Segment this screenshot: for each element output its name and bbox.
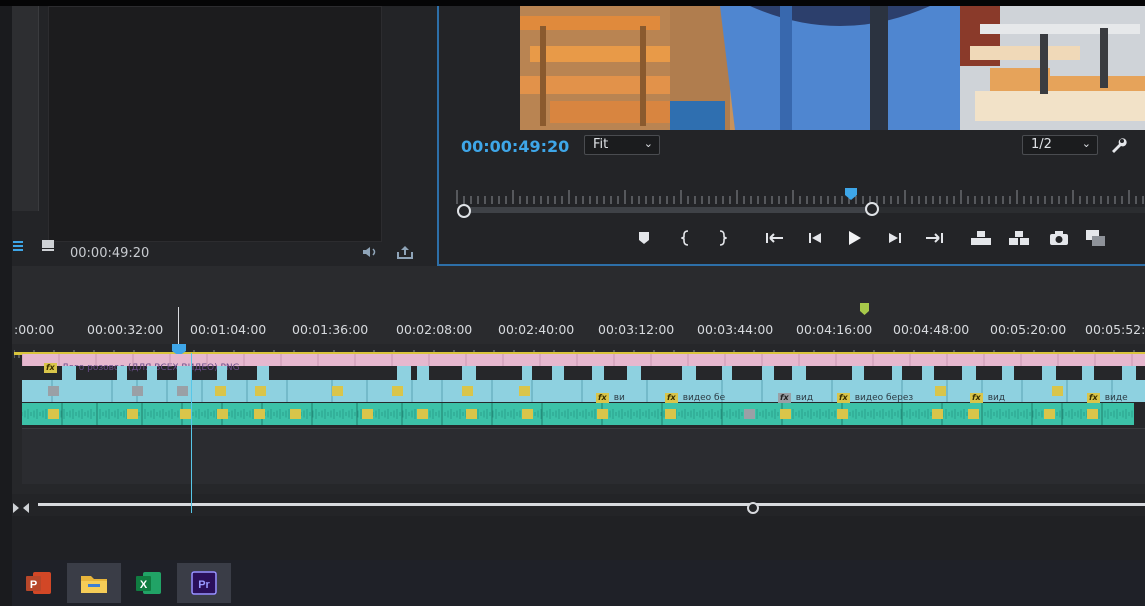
ruler-tc-5: 00:02:40:00 — [498, 322, 575, 337]
ruler-tc-9: 00:04:48:00 — [893, 322, 970, 337]
timeline-playhead[interactable] — [172, 341, 186, 356]
program-playhead-marker[interactable] — [845, 185, 857, 200]
ruler-tc-label: 00:00 — [18, 322, 55, 337]
fx-badge: fx — [1087, 393, 1100, 403]
add-marker-button[interactable] — [633, 227, 655, 249]
camera-export-frame-icon[interactable] — [1048, 227, 1070, 249]
timeline-zoom-handle[interactable] — [747, 502, 759, 514]
clip-label: виде — [1104, 393, 1128, 403]
fx-badge: fx — [837, 393, 850, 403]
clip-v2-4[interactable]: fx видео берез — [837, 385, 913, 404]
timeline-zoom-track[interactable] — [38, 503, 1145, 506]
export-frame-icon[interactable] — [395, 244, 415, 260]
taskbar-premiere-pro[interactable]: Pr — [177, 563, 231, 603]
wrench-settings-icon[interactable] — [1108, 135, 1128, 155]
playhead-line — [191, 353, 192, 513]
ruler-tc-6: 00:03:12:00 — [598, 322, 675, 337]
source-monitor-video[interactable] — [48, 6, 382, 242]
play-button[interactable] — [843, 227, 865, 249]
zoom-level-value: Fit — [593, 137, 609, 152]
fx-badge: fx — [596, 393, 609, 403]
taskbar-powerpoint[interactable]: P — [12, 563, 66, 603]
excel-glyph: X — [140, 579, 148, 591]
go-to-in-button[interactable] — [764, 227, 786, 249]
taskbar-file-explorer[interactable] — [67, 563, 121, 603]
ruler-tc-11: 00:05:52:00 — [1085, 322, 1145, 337]
lift-button[interactable] — [970, 227, 992, 249]
fx-badge: fx — [778, 393, 791, 403]
timeline-marker[interactable] — [860, 300, 869, 315]
playback-resolution-value: 1/2 — [1031, 137, 1052, 152]
program-timecode[interactable]: 00:00:49:20 — [461, 137, 569, 156]
excel-icon: X — [136, 572, 161, 594]
clip-label: видео бе — [682, 393, 726, 403]
clip-v2-3[interactable]: fx вид — [778, 385, 813, 404]
project-panel-edge — [12, 6, 39, 211]
zoom-scroll-start-handle[interactable] — [457, 204, 471, 218]
extract-button[interactable] — [1008, 227, 1030, 249]
source-timecode[interactable]: 00:00:49:20 — [70, 246, 149, 261]
program-time-ruler[interactable] — [455, 186, 1145, 206]
ruler-tc-3: 00:01:36:00 — [292, 322, 369, 337]
clip-v2-1[interactable]: fx ви — [596, 385, 625, 404]
drag-audio-only-icon[interactable] — [360, 244, 380, 260]
folder-icon — [81, 576, 107, 593]
taskbar-excel[interactable]: X — [122, 563, 176, 603]
clip-label: вид — [987, 393, 1006, 403]
powerpoint-glyph: P — [30, 579, 37, 591]
ruler-tc-7: 00:03:44:00 — [697, 322, 774, 337]
ruler-tc-1: 00:00:32:00 — [87, 322, 164, 337]
powerpoint-icon: P — [26, 572, 51, 594]
chevron-down-icon: ⌄ — [643, 137, 653, 150]
clip-v2-5[interactable]: fx вид — [970, 385, 1005, 404]
mark-in-button[interactable] — [675, 227, 697, 249]
timeline-bottom-area — [12, 516, 1145, 560]
step-back-button[interactable] — [804, 227, 826, 249]
comparison-view-icon[interactable] — [1085, 227, 1107, 249]
timeline-ruler-area[interactable] — [12, 266, 1145, 344]
ruler-tc-10: 00:05:20:00 — [990, 322, 1067, 337]
clip-label: ви — [613, 393, 625, 403]
premiere-glyph: Pr — [198, 579, 210, 591]
zoom-scroll-end-handle[interactable] — [865, 202, 879, 216]
list-view-icon[interactable] — [12, 238, 26, 252]
clip-v2-2[interactable]: fx видео бе — [665, 385, 725, 404]
step-forward-button[interactable] — [884, 227, 906, 249]
ruler-tc-8: 00:04:16:00 — [796, 322, 873, 337]
ruler-tc-0: :00:00 — [14, 322, 54, 337]
mark-out-button[interactable] — [711, 227, 733, 249]
playback-resolution-select[interactable]: 1/2 ⌄ — [1022, 135, 1098, 155]
program-scrub-bar[interactable] — [463, 207, 873, 213]
ruler-tc-4: 00:02:08:00 — [396, 322, 473, 337]
ruler-tc-2: 00:01:04:00 — [190, 322, 267, 337]
icon-view-icon[interactable] — [40, 237, 56, 251]
program-monitor-video[interactable] — [520, 6, 1145, 130]
clip-label: вид — [795, 393, 814, 403]
program-scrub-bar-remainder[interactable] — [870, 207, 1145, 213]
zoom-level-select[interactable]: Fit ⌄ — [584, 135, 660, 155]
go-to-out-button[interactable] — [923, 227, 945, 249]
chevron-down-icon: ⌄ — [1081, 137, 1091, 150]
collapse-tracks-icon[interactable] — [12, 499, 30, 513]
clip-v2-6[interactable]: fx виде — [1087, 385, 1128, 404]
fx-badge: fx — [970, 393, 983, 403]
clip-label: видео берез — [854, 393, 914, 403]
premiere-pro-icon: Pr — [191, 571, 217, 595]
fx-badge: fx — [665, 393, 678, 403]
